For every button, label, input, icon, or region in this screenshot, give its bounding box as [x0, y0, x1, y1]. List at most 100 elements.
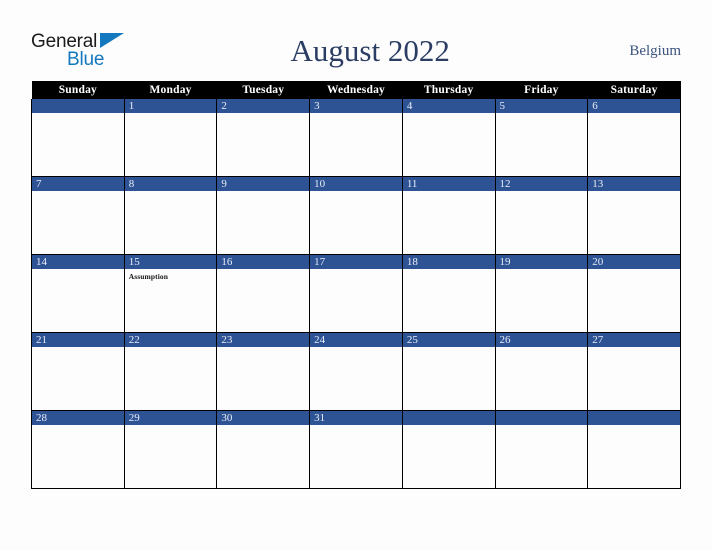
- day-cell[interactable]: 28: [31, 410, 125, 489]
- week-rows: 1 2 3 4 5 6 7 8 9 10 11 12 13 14 15 Assu…: [31, 99, 681, 489]
- day-body[interactable]: [403, 113, 495, 176]
- day-number: 29: [124, 411, 217, 425]
- day-body[interactable]: [125, 191, 217, 254]
- week-row: 21 22 23 24 25 26 27: [31, 332, 681, 411]
- day-cell[interactable]: 21: [31, 332, 125, 411]
- day-number: 24: [310, 333, 402, 347]
- day-cell[interactable]: 30: [216, 410, 311, 489]
- day-body[interactable]: [403, 269, 495, 332]
- day-body[interactable]: [310, 269, 402, 332]
- day-cell[interactable]: 7: [31, 176, 125, 255]
- day-cell[interactable]: 11: [401, 176, 496, 255]
- day-number: 26: [495, 333, 588, 347]
- day-body[interactable]: [403, 425, 495, 488]
- day-event: Assumption: [128, 272, 169, 281]
- day-number: [588, 411, 680, 425]
- day-number: 28: [32, 411, 124, 425]
- day-cell[interactable]: [494, 410, 589, 489]
- day-number: 2: [217, 99, 310, 113]
- day-number: 17: [310, 255, 402, 269]
- weekday-header-thursday: Thursday: [402, 81, 496, 99]
- day-body[interactable]: [125, 347, 217, 410]
- day-body[interactable]: [125, 113, 217, 176]
- day-body[interactable]: [310, 425, 402, 488]
- day-body[interactable]: [217, 425, 309, 488]
- day-body[interactable]: [310, 113, 402, 176]
- day-cell[interactable]: 19: [494, 254, 589, 333]
- calendar-page: General Blue August 2022 Belgium Sunday …: [0, 0, 712, 550]
- day-body[interactable]: [496, 269, 588, 332]
- day-cell[interactable]: 29: [123, 410, 218, 489]
- day-body[interactable]: [588, 113, 680, 176]
- day-body[interactable]: [217, 347, 309, 410]
- day-cell[interactable]: [587, 410, 681, 489]
- day-cell[interactable]: 14: [31, 254, 125, 333]
- day-cell[interactable]: 13: [587, 176, 681, 255]
- day-cell[interactable]: 31: [309, 410, 403, 489]
- day-body[interactable]: [217, 113, 309, 176]
- day-body[interactable]: [403, 191, 495, 254]
- day-number: 18: [402, 255, 495, 269]
- day-number: [495, 411, 588, 425]
- day-cell[interactable]: 23: [216, 332, 311, 411]
- day-cell[interactable]: 26: [494, 332, 589, 411]
- day-body[interactable]: [217, 269, 309, 332]
- day-body[interactable]: [32, 269, 124, 332]
- day-cell[interactable]: [401, 410, 496, 489]
- day-cell[interactable]: 22: [123, 332, 218, 411]
- day-number: 14: [32, 255, 124, 269]
- day-cell[interactable]: 9: [216, 176, 311, 255]
- day-number: [402, 411, 495, 425]
- day-body[interactable]: [217, 191, 309, 254]
- day-number: 5: [495, 99, 588, 113]
- day-body[interactable]: [588, 269, 680, 332]
- day-body[interactable]: [32, 113, 124, 176]
- day-body[interactable]: [588, 347, 680, 410]
- day-body[interactable]: Assumption: [125, 269, 217, 332]
- day-cell[interactable]: 16: [216, 254, 311, 333]
- day-body[interactable]: [588, 191, 680, 254]
- day-number: 16: [217, 255, 310, 269]
- day-body[interactable]: [32, 191, 124, 254]
- day-cell[interactable]: 4: [401, 99, 496, 177]
- day-cell[interactable]: [31, 99, 125, 177]
- day-cell[interactable]: 6: [587, 99, 681, 177]
- day-number: 30: [217, 411, 310, 425]
- day-body[interactable]: [32, 425, 124, 488]
- day-cell[interactable]: 20: [587, 254, 681, 333]
- day-body[interactable]: [32, 347, 124, 410]
- day-cell[interactable]: 18: [401, 254, 496, 333]
- day-body[interactable]: [496, 113, 588, 176]
- day-number: 20: [588, 255, 680, 269]
- day-cell[interactable]: 27: [587, 332, 681, 411]
- day-cell[interactable]: 1: [123, 99, 218, 177]
- day-number: 9: [217, 177, 310, 191]
- day-cell[interactable]: 3: [309, 99, 403, 177]
- day-cell[interactable]: 8: [123, 176, 218, 255]
- day-body[interactable]: [496, 191, 588, 254]
- page-header: General Blue August 2022 Belgium: [31, 22, 681, 80]
- day-number: 7: [32, 177, 124, 191]
- day-body[interactable]: [310, 191, 402, 254]
- day-cell[interactable]: 24: [309, 332, 403, 411]
- day-body[interactable]: [496, 347, 588, 410]
- day-body[interactable]: [310, 347, 402, 410]
- day-cell[interactable]: 5: [494, 99, 589, 177]
- day-body[interactable]: [403, 347, 495, 410]
- day-cell[interactable]: 17: [309, 254, 403, 333]
- weekday-header-tuesday: Tuesday: [216, 81, 310, 99]
- day-number: 21: [32, 333, 124, 347]
- weekday-header-sunday: Sunday: [31, 81, 125, 99]
- day-cell[interactable]: 10: [309, 176, 403, 255]
- day-body[interactable]: [496, 425, 588, 488]
- month-grid: Sunday Monday Tuesday Wednesday Thursday…: [31, 81, 681, 489]
- general-blue-logo[interactable]: General Blue: [31, 26, 131, 76]
- day-cell[interactable]: 12: [494, 176, 589, 255]
- day-cell[interactable]: 25: [401, 332, 496, 411]
- day-body[interactable]: [588, 425, 680, 488]
- weekday-header-wednesday: Wednesday: [309, 81, 403, 99]
- day-cell[interactable]: 15 Assumption: [123, 254, 218, 333]
- logo-text-blue: Blue: [67, 49, 105, 70]
- day-body[interactable]: [125, 425, 217, 488]
- day-cell[interactable]: 2: [216, 99, 311, 177]
